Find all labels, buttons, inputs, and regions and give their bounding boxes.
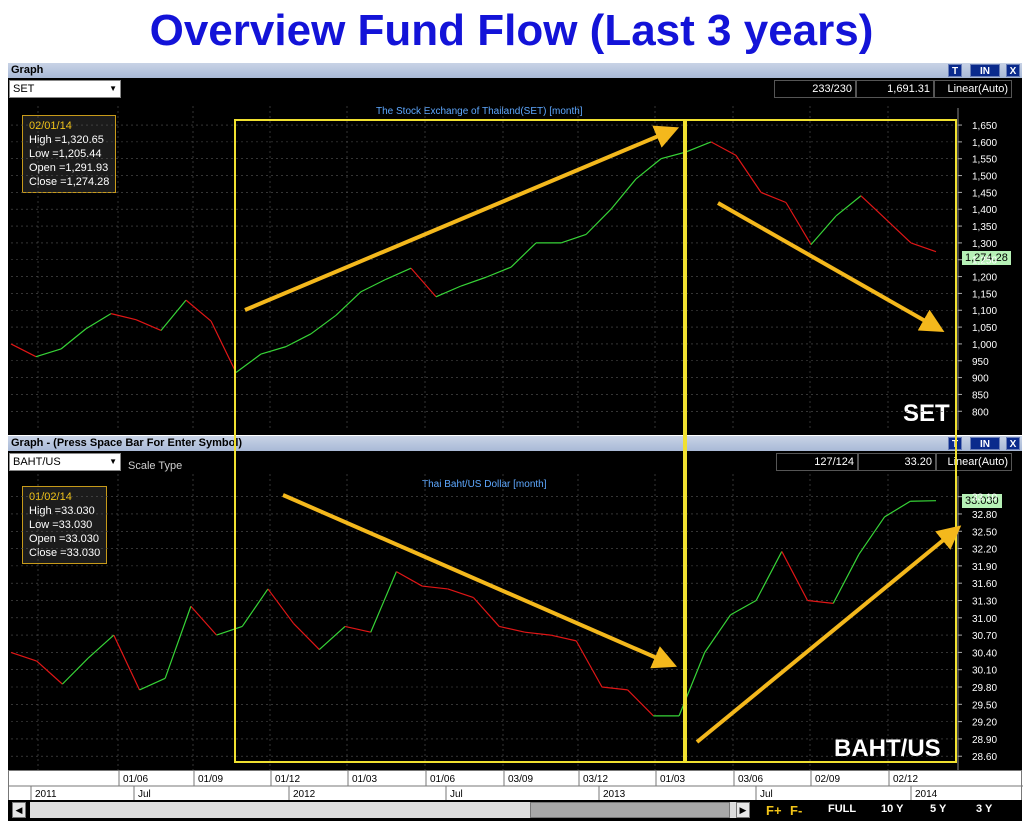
current-price-tag: 1,274.28 [962, 251, 1011, 265]
info-high: High =33.030 [29, 505, 95, 517]
info-open: Open =1,291.93 [29, 162, 109, 174]
info-close: Close =1,274.28 [29, 176, 110, 188]
range-full-button[interactable]: FULL [828, 803, 856, 815]
current-price-tag: 33.030 [962, 494, 1002, 508]
scroll-thumb[interactable] [530, 802, 730, 818]
bar-count: 127/124 [776, 453, 858, 471]
page-title: Overview Fund Flow (Last 3 years) [149, 6, 874, 55]
time-tick-label: Jul [760, 789, 773, 800]
symbol-watermark: BAHT/US [834, 735, 941, 762]
last-price: 1,691.31 [856, 80, 934, 98]
info-close: Close =33.030 [29, 547, 101, 559]
window-title: Graph [11, 64, 44, 76]
window-toolbar: SET ▼ 233/230 1,691.31 Linear(Auto) [8, 78, 1022, 101]
time-tick-label: 03/09 [508, 774, 533, 785]
close-button[interactable]: X [1006, 437, 1020, 450]
info-high: High =1,320.65 [29, 134, 104, 146]
time-tick-label: 01/06 [123, 774, 148, 785]
time-tick-label: 2014 [915, 789, 938, 800]
baht-graph-window: Graph - (Press Space Bar For Enter Symbo… [8, 436, 1022, 770]
zoom-in-button[interactable]: F+ [766, 803, 782, 818]
time-tick-label: 01/03 [660, 774, 685, 785]
info-low: Low =1,205.44 [29, 148, 102, 160]
time-tick-label: 03/12 [583, 774, 608, 785]
ohlc-info-box: 01/02/14 High =33.030 Low =33.030 Open =… [22, 486, 108, 564]
zoom-out-button[interactable]: F- [790, 803, 802, 818]
range-10y-button[interactable]: 10 Y [881, 803, 903, 815]
symbol-value: BAHT/US [13, 456, 61, 468]
scale-mode[interactable]: Linear(Auto) [936, 453, 1012, 471]
info-date: 01/02/14 [29, 491, 72, 503]
toggle-in-button[interactable]: IN [970, 64, 1000, 77]
time-tick-label: 03/06 [738, 774, 763, 785]
time-tick-label: Jul [450, 789, 463, 800]
time-tick-label: 02/12 [893, 774, 918, 785]
info-date: 02/01/14 [29, 120, 72, 132]
time-axis: 01/06 01/09 01/12 01/03 01/06 03/09 03/12 01/03… [8, 770, 1023, 803]
toggle-in-button[interactable]: IN [970, 437, 1000, 450]
scroll-right-button[interactable]: ▶ [736, 802, 750, 818]
time-tick-label: 01/03 [352, 774, 377, 785]
scroll-track[interactable] [30, 802, 744, 818]
time-tick-label: 2012 [293, 789, 316, 800]
range-3y-button[interactable]: 3 Y [976, 803, 992, 815]
time-tick-label: 01/09 [198, 774, 223, 785]
toggle-t-button[interactable]: T [948, 64, 962, 77]
time-tick-label: Jul [138, 789, 151, 800]
time-tick-label: 2011 [35, 789, 57, 800]
window-title: Graph - (Press Space Bar For Enter Symbo… [11, 437, 243, 449]
time-axis-canvas: 01/06 01/09 01/12 01/03 01/06 03/09 03/12 01/03… [9, 771, 1023, 803]
bar-count: 233/230 [774, 80, 856, 98]
chart-title: The Stock Exchange of Thailand(SET) [mon… [376, 106, 583, 117]
chevron-down-icon: ▼ [109, 84, 117, 93]
navigation-bar: ◀ ▶ F+ F- FULL 10 Y 5 Y 3 Y [8, 800, 1022, 821]
info-low: Low =33.030 [29, 519, 93, 531]
time-tick-label: 02/09 [815, 774, 840, 785]
close-button[interactable]: X [1006, 64, 1020, 77]
ohlc-info-box: 02/01/14 High =1,320.65 Low =1,205.44 Op… [22, 115, 117, 193]
time-tick-label: 01/06 [430, 774, 455, 785]
scroll-left-button[interactable]: ◀ [12, 802, 26, 818]
toggle-t-button[interactable]: T [948, 437, 962, 450]
chevron-down-icon: ▼ [109, 457, 117, 466]
window-titlebar: Graph T IN X [8, 63, 1022, 78]
window-toolbar: BAHT/US ▼ Scale Type 127/124 33.20 Linear… [8, 451, 1022, 474]
info-open: Open =33.030 [29, 533, 100, 545]
window-titlebar: Graph - (Press Space Bar For Enter Symbo… [8, 436, 1022, 451]
symbol-select[interactable]: SET ▼ [9, 80, 121, 98]
scale-mode[interactable]: Linear(Auto) [934, 80, 1012, 98]
range-5y-button[interactable]: 5 Y [930, 803, 946, 815]
time-tick-label: 2013 [603, 789, 626, 800]
set-graph-window: Graph T IN X SET ▼ 233/230 1,691.31 Linea… [8, 63, 1022, 435]
symbol-select[interactable]: BAHT/US ▼ [9, 453, 121, 471]
chart-title: Thai Baht/US Dollar [month] [422, 479, 547, 490]
time-tick-label: 01/12 [275, 774, 300, 785]
symbol-value: SET [13, 83, 35, 95]
symbol-watermark: SET [903, 400, 950, 427]
last-price: 33.20 [858, 453, 936, 471]
scale-type-label: Scale Type [128, 460, 183, 472]
